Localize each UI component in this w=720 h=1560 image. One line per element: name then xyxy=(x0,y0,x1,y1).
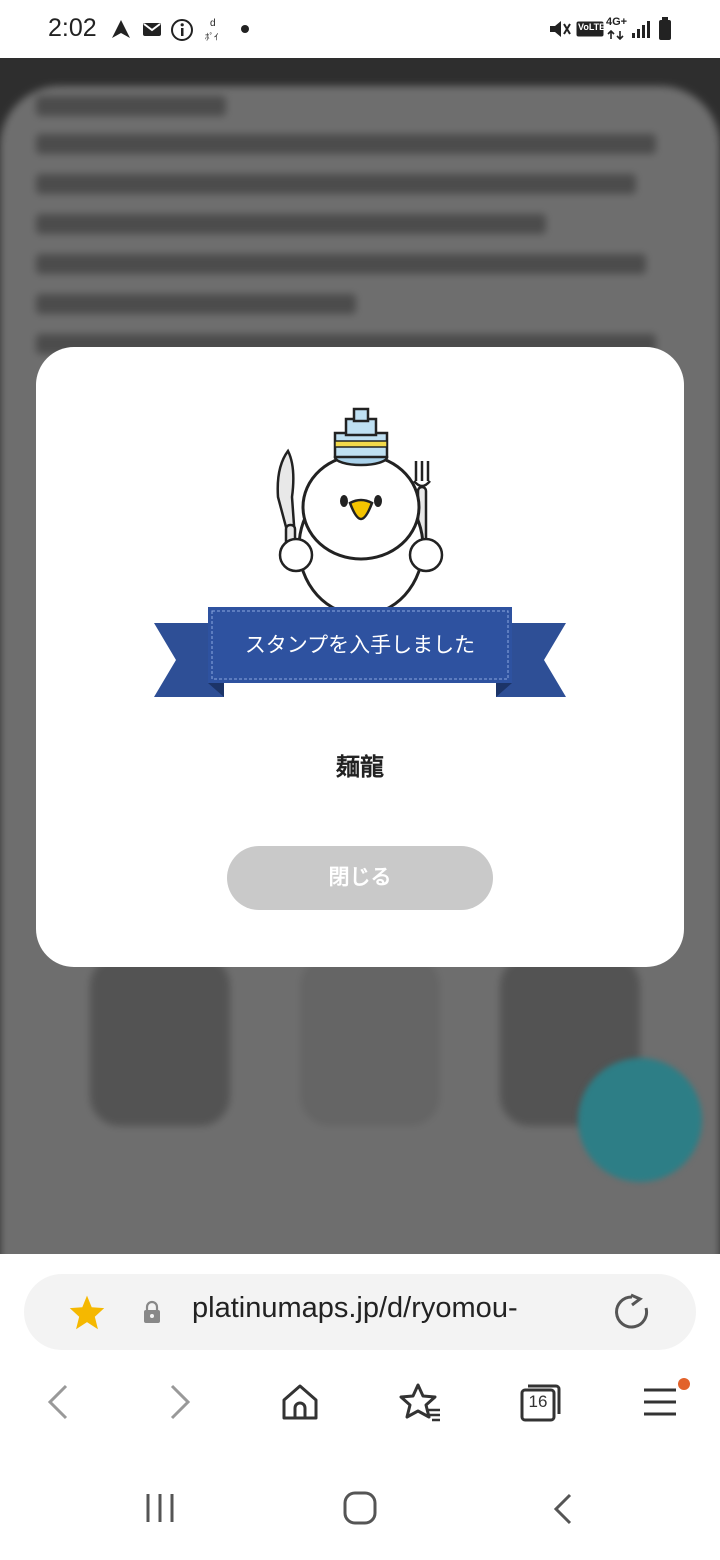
lock-icon xyxy=(144,1300,160,1323)
mail-icon xyxy=(143,23,161,36)
url-bar[interactable]: platinumaps.jp/d/ryomou- xyxy=(24,1274,696,1350)
mute-icon xyxy=(550,21,571,37)
stamp-acquired-dialog: スタンプを入手しました 麺龍 閉じる xyxy=(36,347,684,967)
system-navigation-bar xyxy=(0,1454,720,1560)
tab-count: 16 xyxy=(528,1392,548,1411)
favorite-star-icon[interactable] xyxy=(68,1294,106,1330)
status-time: 2:02 xyxy=(48,14,97,42)
data-arrows-icon xyxy=(607,30,624,40)
info-icon xyxy=(171,19,193,41)
battery-icon xyxy=(659,17,671,40)
navigation-icon xyxy=(112,20,130,38)
ribbon-text: スタンプを入手しました xyxy=(244,633,476,657)
recents-icon[interactable] xyxy=(144,1492,176,1524)
d-point-icon: d ﾎﾟｲ xyxy=(205,18,219,42)
stamp-name: 麺龍 xyxy=(336,753,384,781)
svg-text:ﾎﾟｲ: ﾎﾟｲ xyxy=(205,32,219,42)
signal-icon xyxy=(632,21,650,38)
svg-text:d: d xyxy=(210,18,216,29)
network-type: 4G+ xyxy=(606,16,628,28)
menu-icon[interactable] xyxy=(642,1382,678,1422)
browser-toolbar: platinumaps.jp/d/ryomou- 16 xyxy=(0,1254,720,1454)
floating-action-button xyxy=(578,1058,702,1182)
system-back-icon[interactable] xyxy=(550,1492,576,1526)
status-bar: 2:02 d ﾎﾟｲ VoLTE 4G+ xyxy=(0,0,720,58)
reload-icon[interactable] xyxy=(612,1292,652,1332)
menu-notification-dot xyxy=(678,1378,690,1390)
back-icon[interactable] xyxy=(44,1382,72,1422)
home-circle-icon[interactable] xyxy=(342,1490,378,1526)
bookmarks-icon[interactable] xyxy=(398,1382,442,1422)
close-button[interactable]: 閉じる xyxy=(227,846,493,910)
home-icon[interactable] xyxy=(280,1382,320,1422)
url-text[interactable]: platinumaps.jp/d/ryomou- xyxy=(192,1292,518,1325)
volte-label: VoLTE xyxy=(578,22,606,32)
dot-icon xyxy=(241,25,249,33)
forward-icon[interactable] xyxy=(166,1382,194,1422)
mascot-illustration xyxy=(276,407,444,617)
